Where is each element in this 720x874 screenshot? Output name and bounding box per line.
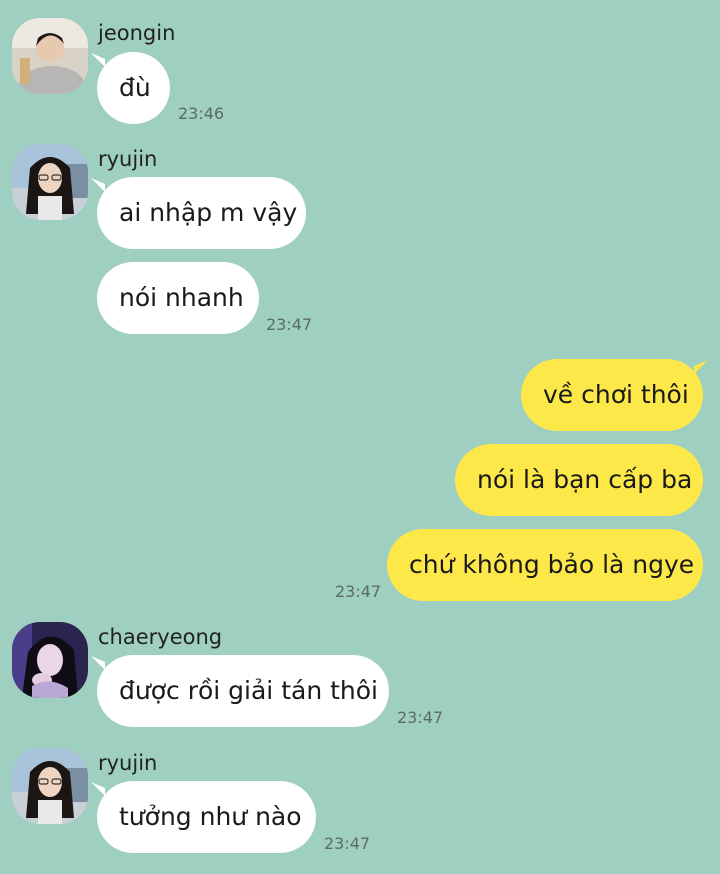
message-text: ai nhập m vậy xyxy=(119,198,298,227)
avatar-photo xyxy=(12,144,88,220)
message-text: chứ không bảo là ngye xyxy=(409,550,695,579)
message-text: được rồi giải tán thôi xyxy=(119,676,378,705)
avatar-photo xyxy=(12,748,88,824)
message-time: 23:47 xyxy=(397,708,444,727)
chat-screen: { "messages": [ {"sender":"jeongin","tex… xyxy=(0,0,720,874)
message-bubble[interactable]: tưởng như nào xyxy=(97,781,316,853)
message-time: 23:47 xyxy=(335,582,382,601)
avatar-ryujin[interactable] xyxy=(12,144,88,220)
message-bubble[interactable]: được rồi giải tán thôi xyxy=(97,655,389,727)
message-bubble[interactable]: ai nhập m vậy xyxy=(97,177,306,249)
bubble-tail xyxy=(91,655,105,670)
avatar-ryujin[interactable] xyxy=(12,748,88,824)
message-bubble[interactable]: nói nhanh xyxy=(97,262,259,334)
message-time: 23:46 xyxy=(178,104,225,123)
sender-name: jeongin xyxy=(98,21,176,45)
message-text: nói nhanh xyxy=(119,283,244,312)
sender-name: ryujin xyxy=(98,147,158,171)
message-bubble[interactable]: đù xyxy=(97,52,170,124)
message-text: về chơi thôi xyxy=(543,380,689,409)
bubble-tail xyxy=(91,177,105,192)
avatar-photo xyxy=(12,18,88,94)
bubble-tail xyxy=(694,359,708,374)
message-text: đù xyxy=(119,73,151,102)
sender-name: chaeryeong xyxy=(98,625,223,649)
avatar-jeongin[interactable] xyxy=(12,18,88,94)
message-bubble[interactable]: nói là bạn cấp ba xyxy=(455,444,703,516)
message-text: nói là bạn cấp ba xyxy=(477,465,693,494)
message-time: 23:47 xyxy=(324,834,371,853)
message-time: 23:47 xyxy=(266,315,313,334)
bubble-tail xyxy=(91,781,105,796)
sender-name: ryujin xyxy=(98,751,158,775)
bubble-tail xyxy=(91,52,105,67)
message-bubble[interactable]: chứ không bảo là ngye xyxy=(387,529,703,601)
avatar-chaeryeong[interactable] xyxy=(12,622,88,698)
message-text: tưởng như nào xyxy=(119,802,302,831)
message-bubble[interactable]: về chơi thôi xyxy=(521,359,703,431)
avatar-photo xyxy=(12,622,88,698)
